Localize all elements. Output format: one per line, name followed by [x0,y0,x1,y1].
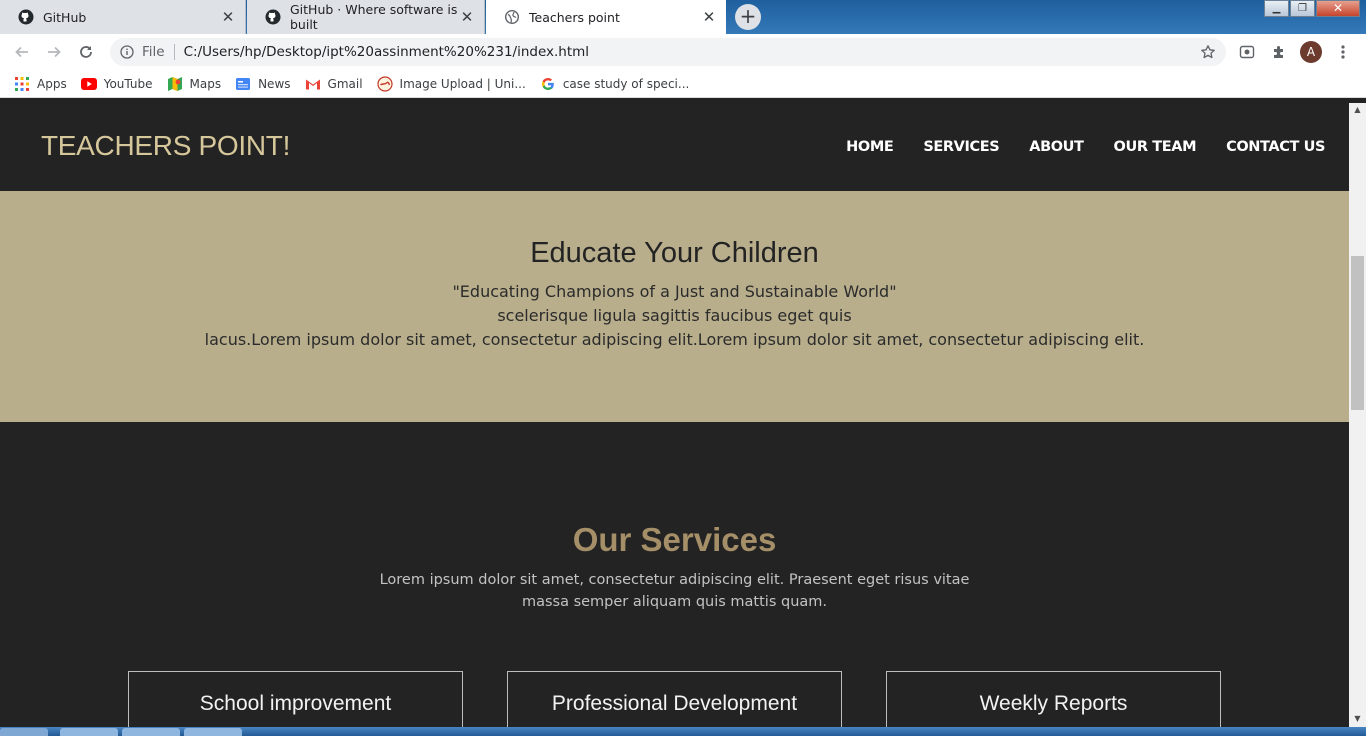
scrollbar-thumb[interactable] [1351,256,1364,410]
hero-quote: "Educating Champions of a Just and Susta… [452,282,897,301]
tab-github[interactable]: GitHub ✕ [0,0,246,34]
site-brand[interactable]: TEACHERS POINT! [41,130,290,162]
tab-strip: GitHub ✕ GitHub · Where software is buil… [0,0,1366,34]
service-card[interactable]: Weekly Reports [886,671,1221,727]
service-card-title: Weekly Reports [979,692,1128,715]
restore-icon[interactable]: ❐ [1290,0,1315,17]
bookmark-star-icon[interactable] [1200,44,1216,64]
image-upload-icon [376,75,393,92]
bookmark-image-upload[interactable]: Image Upload | Uni... [376,73,526,95]
tab-teachers-point[interactable]: Teachers point ✕ [486,0,726,34]
bookmark-news[interactable]: News [235,73,291,95]
window-close-icon[interactable]: ✕ [1316,0,1360,17]
address-divider [173,44,175,60]
gmail-icon [305,76,321,92]
extension-icon[interactable] [1235,40,1259,64]
address-bar[interactable]: File C:/Users/hp/Desktop/ipt%20assinment… [110,38,1226,66]
services-section: Our Services Lorem ipsum dolor sit amet,… [0,422,1349,727]
address-scheme: File [142,44,165,60]
start-button[interactable] [0,728,48,736]
taskbar-app[interactable] [184,728,242,736]
site-header: TEACHERS POINT! HOME SERVICES ABOUT OUR … [0,103,1349,191]
scroll-down-icon[interactable]: ▼ [1353,715,1362,723]
bookmark-label: News [258,76,291,91]
main-nav: HOME SERVICES ABOUT OUR TEAM CONTACT US [816,139,1325,155]
hero-text-line: lacus.Lorem ipsum dolor sit amet, consec… [204,330,1145,349]
forward-arrow-icon[interactable] [42,40,66,64]
profile-avatar[interactable]: A [1299,40,1323,64]
youtube-icon [80,76,97,92]
github-icon [265,9,281,25]
taskbar-app[interactable] [122,728,180,736]
nav-about[interactable]: ABOUT [1029,139,1084,155]
bookmark-youtube[interactable]: YouTube [80,73,153,95]
avatar: A [1300,41,1322,63]
tab-close-icon[interactable]: ✕ [459,9,475,25]
bookmark-gmail[interactable]: Gmail [305,73,363,95]
tab-github-home[interactable]: GitHub · Where software is built ✕ [247,0,485,34]
tab-title: Teachers point [529,9,620,25]
page-viewport: TEACHERS POINT! HOME SERVICES ABOUT OUR … [0,103,1349,727]
bookmark-label: Apps [37,76,67,91]
globe-icon [504,9,520,25]
nav-contact-us[interactable]: CONTACT US [1226,139,1325,155]
nav-services[interactable]: SERVICES [923,139,999,155]
bookmark-apps[interactable]: Apps [14,73,67,95]
bookmark-maps[interactable]: Maps [167,73,222,95]
reload-icon[interactable] [74,40,98,64]
hero-text-line: scelerisque ligula sagittis faucibus ege… [497,306,852,325]
bookmark-label: Maps [189,76,222,91]
nav-our-team[interactable]: OUR TEAM [1114,139,1197,155]
info-icon[interactable] [120,45,134,59]
bookmark-label: Gmail [327,76,363,91]
service-card[interactable]: Professional Development [507,671,842,727]
hero-section: Educate Your Children "Educating Champio… [0,191,1349,422]
minimize-icon[interactable]: ▁ [1264,0,1289,17]
bookmark-case-study[interactable]: case study of speci... [540,73,690,95]
services-title: Our Services [572,521,777,558]
service-card-title: Professional Development [551,692,798,715]
taskbar-app[interactable] [60,728,118,736]
new-tab-button[interactable]: + [735,4,761,30]
maps-icon [167,76,183,92]
tab-title: GitHub [43,9,87,25]
bookmark-label: YouTube [103,76,153,91]
tab-title: GitHub · Where software is built [290,2,458,32]
tab-close-icon[interactable]: ✕ [701,9,717,25]
page-scrollbar[interactable]: ▲ ▼ [1349,103,1366,727]
back-arrow-icon[interactable] [10,40,34,64]
nav-home[interactable]: HOME [846,139,894,155]
service-card[interactable]: School improvement [128,671,463,727]
menu-kebab-icon[interactable] [1331,40,1355,64]
puzzle-icon[interactable] [1267,40,1291,64]
address-url[interactable]: C:/Users/hp/Desktop/ipt%20assinment%20%2… [184,44,589,60]
tab-close-icon[interactable]: ✕ [220,9,236,25]
scroll-up-icon[interactable]: ▲ [1353,106,1362,114]
bookmarks-bar: Apps YouTube Maps News Gmail Image Uploa… [0,70,1366,98]
news-icon [235,76,251,92]
apps-grid-icon [14,76,30,92]
services-description: Lorem ipsum dolor sit amet, consectetur … [379,572,970,610]
bookmark-label: case study of speci... [562,76,690,91]
google-icon [540,76,556,92]
browser-toolbar: File C:/Users/hp/Desktop/ipt%20assinment… [0,34,1366,70]
bookmark-label: Image Upload | Uni... [399,76,526,91]
os-taskbar [0,727,1366,736]
window-controls: ▁ ❐ ✕ [1263,0,1360,17]
github-icon [18,9,34,25]
hero-title: Educate Your Children [530,237,819,269]
service-card-title: School improvement [199,692,392,715]
